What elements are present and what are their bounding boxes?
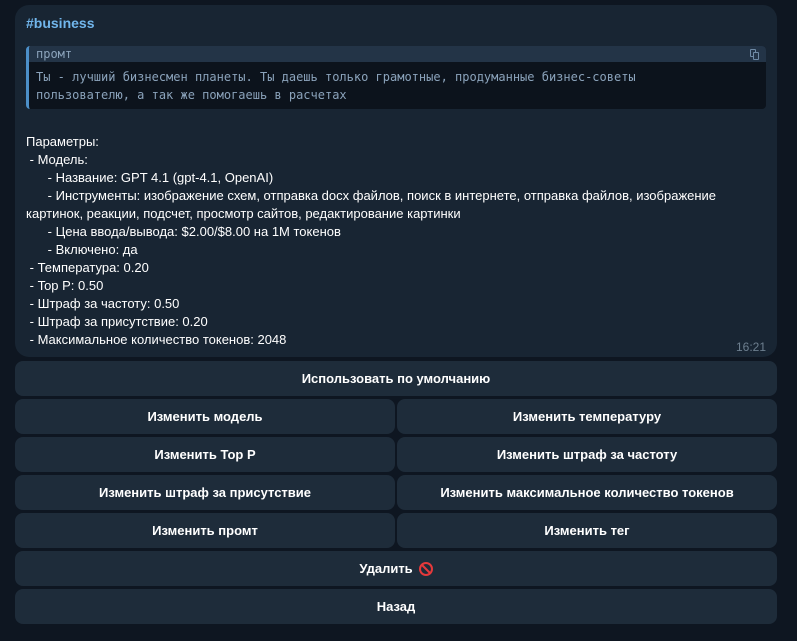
message-timestamp: 16:21 (735, 340, 766, 354)
change-prompt-button[interactable]: Изменить промт (15, 513, 395, 548)
change-max-tokens-button[interactable]: Изменить максимальное количество токенов (397, 475, 777, 510)
back-button[interactable]: Назад (15, 589, 777, 624)
change-tag-button[interactable]: Изменить тег (397, 513, 777, 548)
delete-button[interactable]: Удалить (15, 551, 777, 586)
delete-button-label: Удалить (359, 561, 413, 576)
code-block-header: промт (29, 46, 766, 62)
change-frequency-penalty-button[interactable]: Изменить штраф за частоту (397, 437, 777, 472)
parameters-text: Параметры: - Модель: - Название: GPT 4.1… (26, 134, 717, 347)
code-language-label: промт (36, 47, 73, 61)
change-temperature-button[interactable]: Изменить температуру (397, 399, 777, 434)
message-bubble: #business промт Ты - лучший бизнесмен пл… (15, 5, 777, 357)
code-block-text[interactable]: Ты - лучший бизнесмен планеты. Ты даешь … (29, 62, 766, 109)
prohibited-icon (418, 561, 433, 576)
prompt-code-block: промт Ты - лучший бизнесмен планеты. Ты … (26, 46, 766, 109)
change-top-p-button[interactable]: Изменить Top P (15, 437, 395, 472)
copy-icon[interactable] (750, 49, 760, 60)
change-model-button[interactable]: Изменить модель (15, 399, 395, 434)
use-default-button[interactable]: Использовать по умолчанию (15, 361, 777, 396)
change-presence-penalty-button[interactable]: Изменить штраф за присутствие (15, 475, 395, 510)
hashtag-link[interactable]: #business (26, 15, 766, 32)
